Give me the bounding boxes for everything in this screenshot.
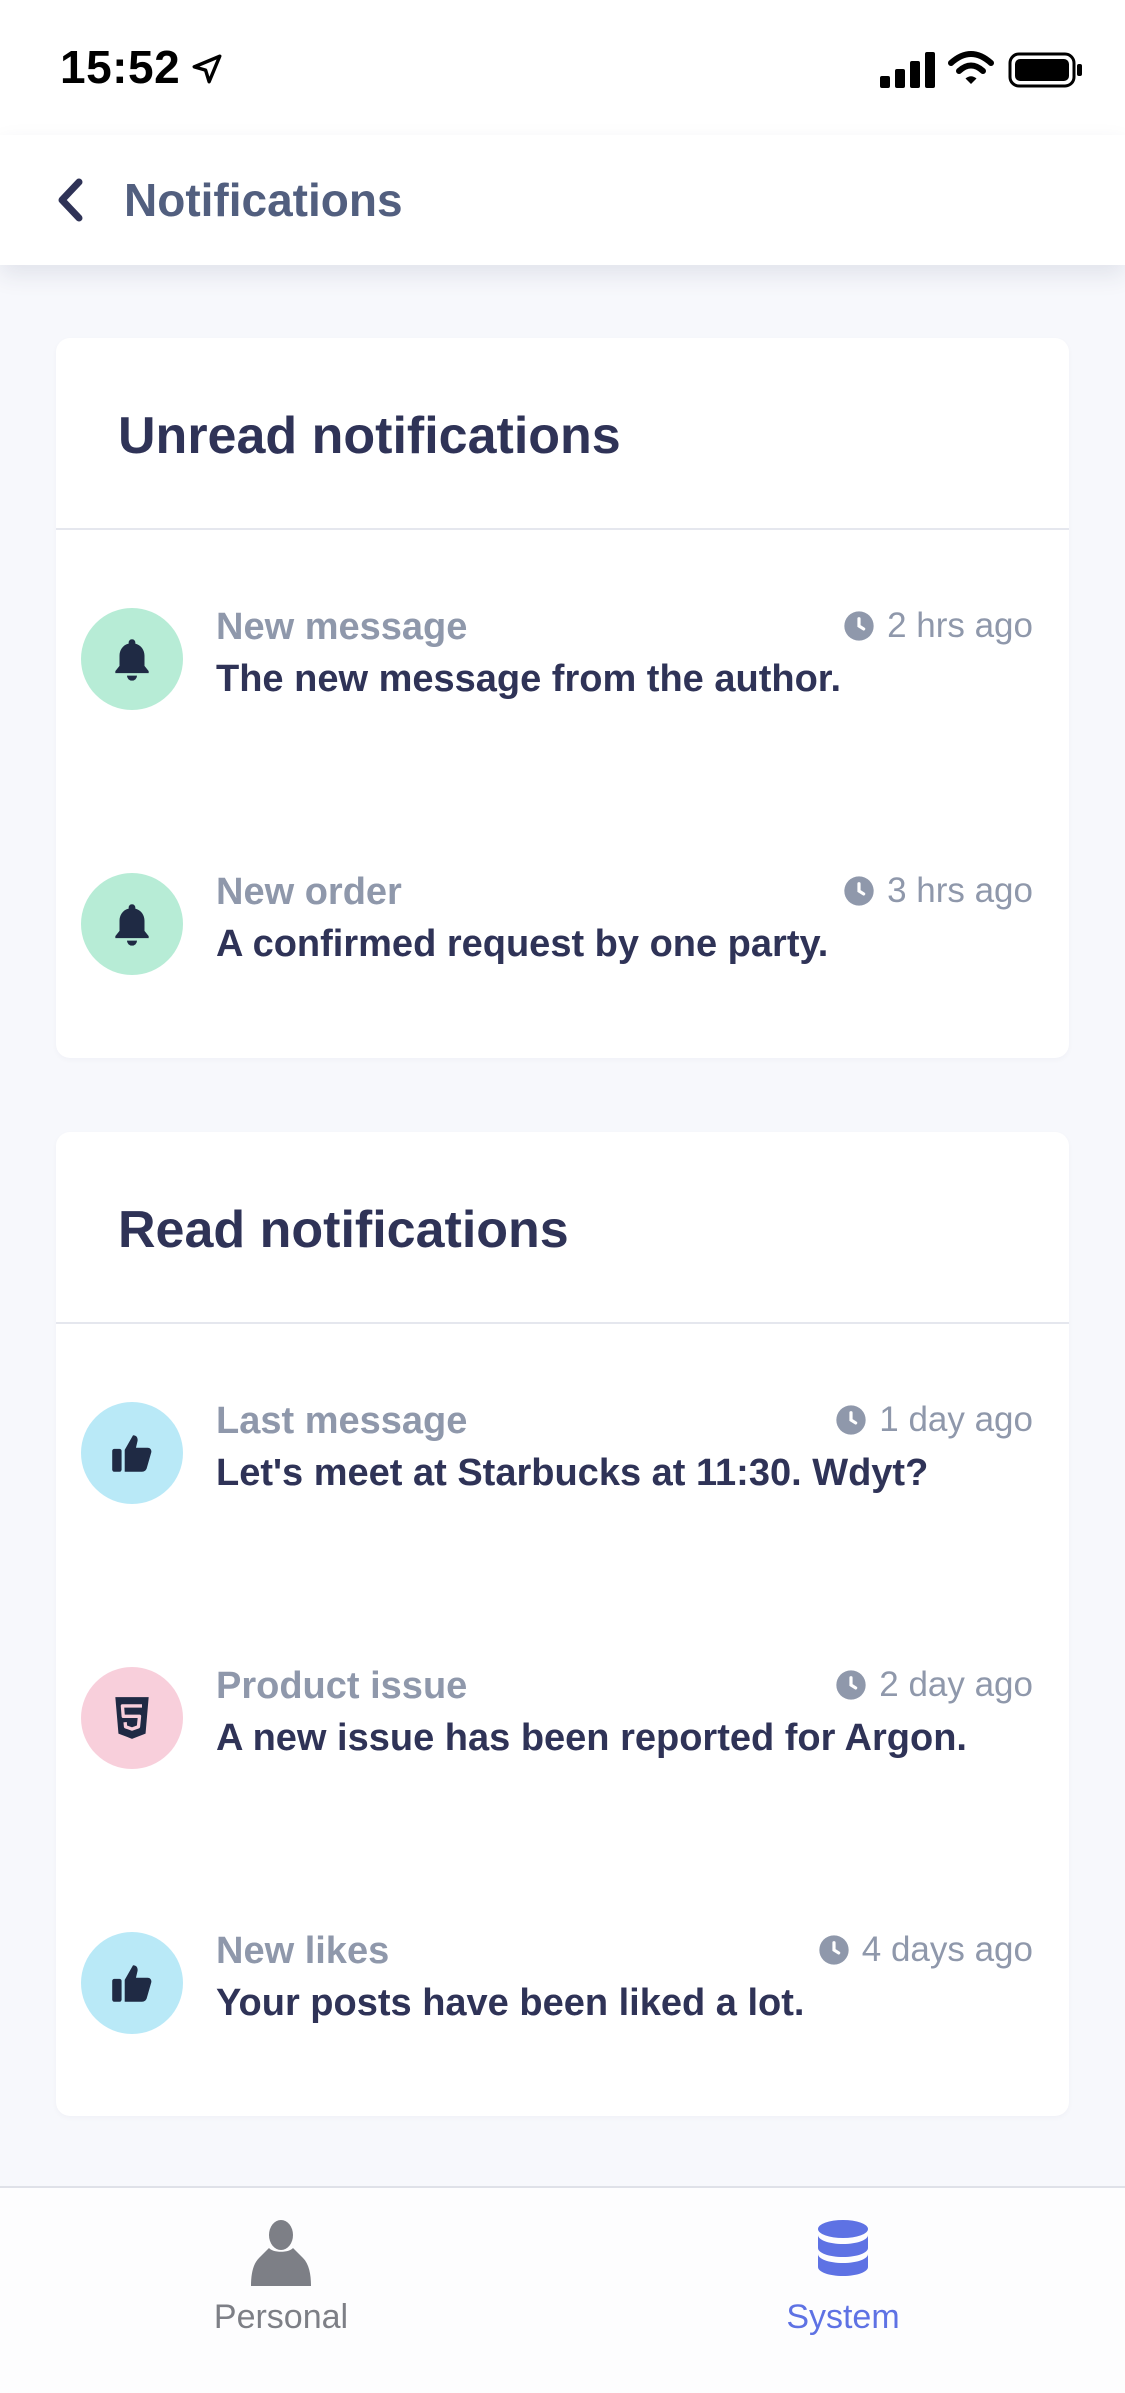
- notification-time-text: 4 days ago: [861, 1930, 1033, 1969]
- notification-icon-badge: [81, 608, 183, 710]
- chevron-left-icon: [58, 178, 83, 222]
- clock-icon: [819, 1935, 849, 1965]
- notification-title: New likes: [216, 1930, 390, 1972]
- clock-icon: [844, 611, 874, 641]
- notification-item[interactable]: New message 2 hrs ago The new message fr…: [56, 598, 1069, 748]
- divider: [56, 1322, 1069, 1324]
- notification-time-text: 1 day ago: [879, 1400, 1033, 1439]
- notification-time: 2 day ago: [835, 1665, 1033, 1705]
- notification-title: Last message: [216, 1400, 468, 1442]
- notification-message: Let's meet at Starbucks at 11:30. Wdyt?: [216, 1452, 929, 1494]
- notification-icon-badge: [81, 1667, 183, 1769]
- clock-icon: [844, 876, 874, 906]
- tab-label: Personal: [213, 2298, 349, 2336]
- bell-icon: [115, 904, 149, 946]
- notification-time: 1 day ago: [835, 1400, 1033, 1440]
- notification-title: Product issue: [216, 1665, 468, 1707]
- wifi-icon: [948, 51, 994, 84]
- location-arrow-icon: [192, 54, 222, 84]
- tab-bar: Personal System: [0, 2186, 1125, 2393]
- notification-item[interactable]: Last message 1 day ago Let's meet at Sta…: [56, 1392, 1069, 1542]
- notification-item[interactable]: New likes 4 days ago Your posts have bee…: [56, 1922, 1069, 2072]
- notification-message: A confirmed request by one party.: [216, 923, 829, 965]
- notification-time-text: 2 day ago: [879, 1665, 1033, 1704]
- notification-time-text: 3 hrs ago: [887, 871, 1033, 910]
- clock-icon: [836, 1405, 866, 1435]
- notification-message: The new message from the author.: [216, 658, 842, 700]
- database-icon: [818, 2220, 868, 2276]
- status-time: 15:52: [60, 41, 181, 93]
- clock-icon: [836, 1670, 866, 1700]
- section-title: Read notifications: [118, 1201, 569, 1259]
- cellular-signal-icon: [880, 52, 935, 88]
- thumbs-up-icon: [112, 1435, 152, 1472]
- tab-label: System: [786, 2298, 900, 2336]
- notification-icon-badge: [81, 873, 183, 975]
- notification-time: 4 days ago: [818, 1930, 1033, 1970]
- notification-title: New order: [216, 871, 402, 913]
- bell-icon: [115, 639, 149, 681]
- notification-time-text: 2 hrs ago: [887, 606, 1033, 645]
- section-title: Unread notifications: [118, 407, 621, 465]
- divider: [56, 528, 1069, 530]
- person-icon: [251, 2220, 311, 2286]
- page-title: Notifications: [124, 174, 403, 226]
- navigation-header: Notifications: [0, 135, 1125, 265]
- status-bar: 15:52: [0, 0, 1125, 135]
- notification-message: Your posts have been liked a lot.: [216, 1982, 805, 2024]
- notification-time: 2 hrs ago: [843, 606, 1033, 646]
- html5-icon: [115, 1697, 149, 1739]
- thumbs-up-icon: [112, 1965, 152, 2002]
- read-notifications-card: Read notifications Last message 1 day ag…: [56, 1132, 1069, 2116]
- notification-icon-badge: [81, 1932, 183, 2034]
- notification-icon-badge: [81, 1402, 183, 1504]
- tab-system[interactable]: System: [693, 2218, 993, 2358]
- back-button[interactable]: [48, 165, 92, 235]
- notification-item[interactable]: Product issue 2 day ago A new issue has …: [56, 1657, 1069, 1807]
- tab-personal[interactable]: Personal: [131, 2218, 431, 2358]
- notification-message: A new issue has been reported for Argon.: [216, 1717, 967, 1759]
- battery-icon: [1008, 52, 1082, 88]
- unread-notifications-card: Unread notifications New message 2 hrs a…: [56, 338, 1069, 1058]
- notification-time: 3 hrs ago: [843, 871, 1033, 911]
- notification-title: New message: [216, 606, 468, 648]
- notification-item[interactable]: New order 3 hrs ago A confirmed request …: [56, 863, 1069, 1013]
